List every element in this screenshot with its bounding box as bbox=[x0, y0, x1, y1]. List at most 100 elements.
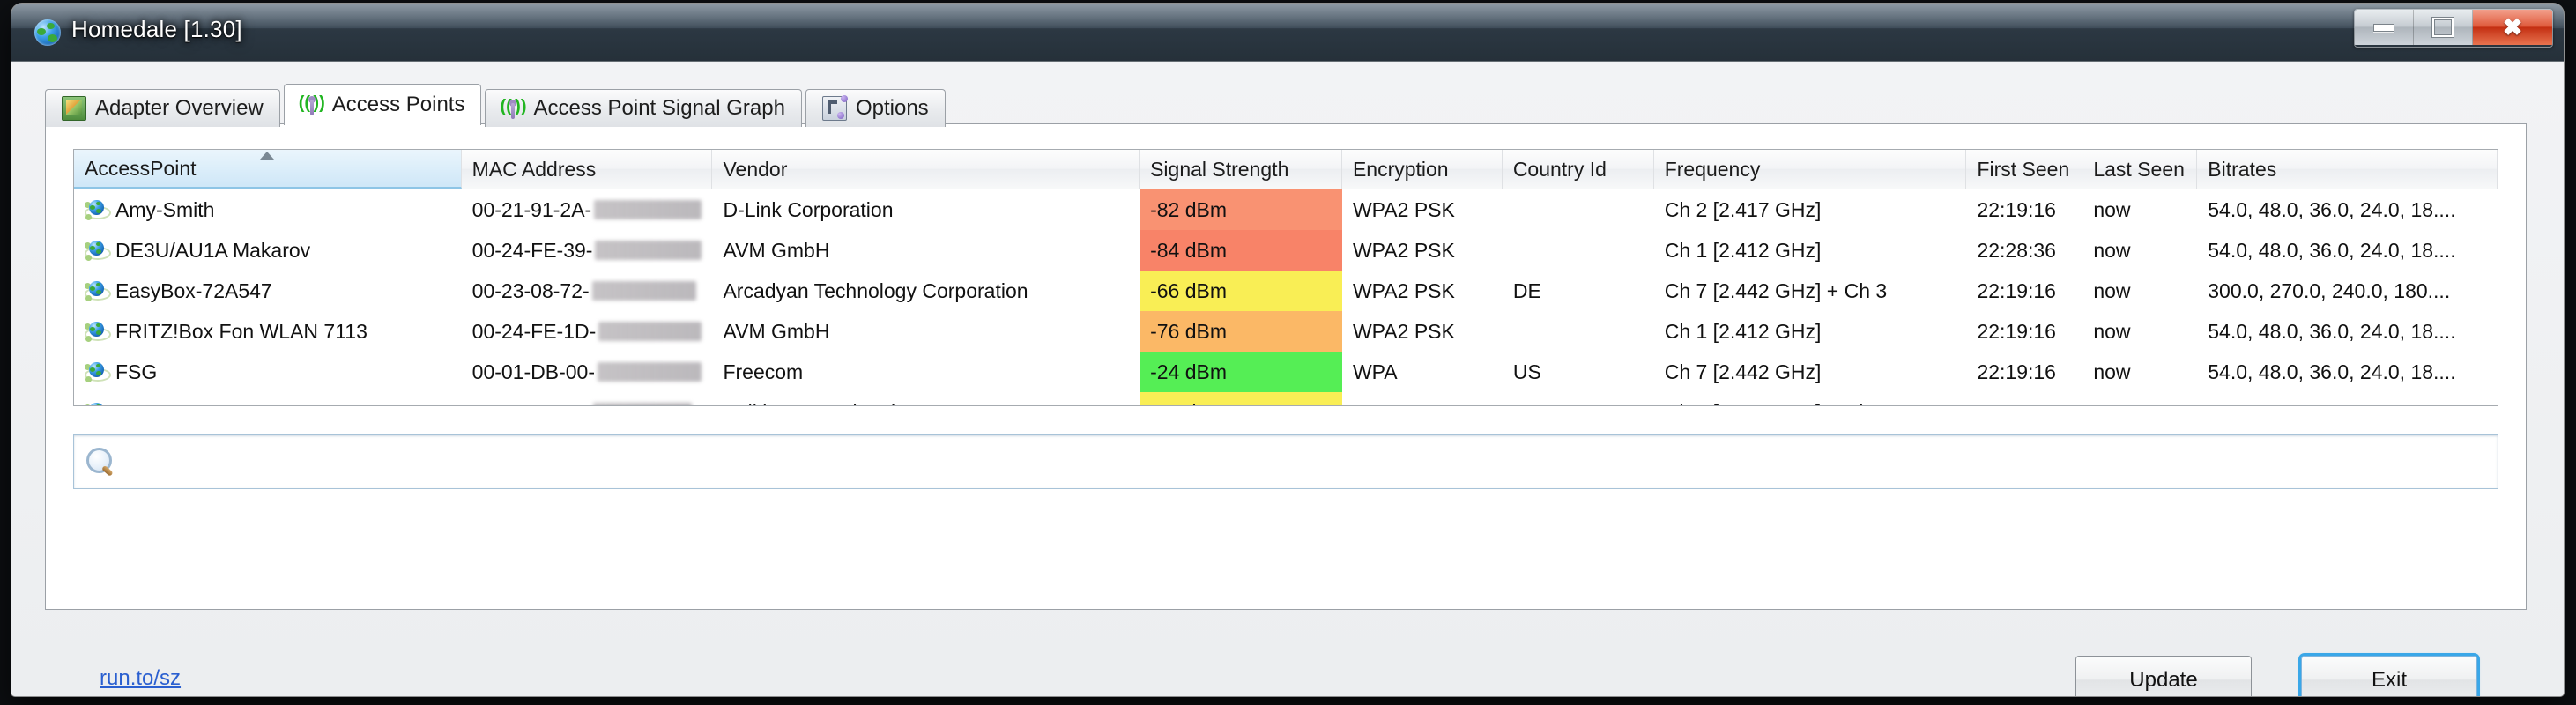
column-header-mac-address[interactable]: MAC Address bbox=[462, 150, 713, 189]
close-icon: ✖ bbox=[2502, 13, 2523, 41]
mac-address-redaction bbox=[592, 403, 692, 405]
tab-page: Adapter Overview (()) Access Points (())… bbox=[45, 83, 2528, 696]
cell-mac-address: 00-21-91-2A- bbox=[462, 189, 713, 230]
cell-mac-address: 00-23-08-72- bbox=[462, 271, 713, 311]
exit-button[interactable]: Exit bbox=[2301, 656, 2477, 696]
table-row[interactable]: FRITZ!Box Fon WLAN 7113 00-24-FE-1D- AVM G… bbox=[74, 311, 2498, 352]
tab-label: Options bbox=[855, 96, 929, 120]
cell-accesspoint: DE3U/AU1A Makarov bbox=[74, 230, 462, 271]
cell-frequency: Ch 7 [2.442 GHz] + Ch 3 bbox=[1664, 278, 1888, 302]
cell-encryption: WPA2 PSK bbox=[1352, 319, 1455, 343]
tab-access-points[interactable]: (()) Access Points bbox=[283, 84, 482, 125]
access-point-name: EasyBox-72A547 bbox=[115, 278, 272, 302]
column-header-frequency[interactable]: Frequency bbox=[1654, 150, 1967, 189]
website-link[interactable]: run.to/sz bbox=[100, 666, 181, 691]
tab-options[interactable]: Options bbox=[805, 89, 946, 127]
cell-encryption: WPA bbox=[1352, 360, 1398, 383]
column-header-label: Frequency bbox=[1664, 157, 1761, 181]
column-header-vendor[interactable]: Vendor bbox=[712, 150, 1140, 189]
footer-bar: run.to/sz Update Exit bbox=[45, 654, 2528, 696]
column-header-label: AccessPoint bbox=[85, 156, 197, 180]
cell-bitrates: 150.0, 135.0, 120.0, 90.0,... bbox=[2197, 392, 2498, 406]
column-header-encryption[interactable]: Encryption bbox=[1342, 150, 1503, 189]
mac-address-text: 00-23-08-72- bbox=[471, 278, 590, 302]
cell-frequency: Ch 7 [2.442 GHz] bbox=[1664, 360, 1822, 383]
tab-strip: Adapter Overview (()) Access Points (())… bbox=[45, 83, 949, 127]
access-point-name: DE3U/AU1A Makarov bbox=[115, 238, 311, 262]
close-button[interactable]: ✖ bbox=[2473, 10, 2552, 45]
restore-button[interactable] bbox=[2414, 10, 2473, 45]
table-row[interactable]: EasyBox-72A547 00-23-08-72- Arcadyan Techn… bbox=[74, 271, 2498, 311]
access-point-globe-icon bbox=[85, 361, 111, 382]
sort-ascending-icon bbox=[260, 152, 275, 160]
cell-last-seen: now bbox=[2093, 319, 2131, 343]
column-header-label: Bitrates bbox=[2208, 157, 2277, 181]
column-header-accesspoint[interactable]: AccessPoint bbox=[74, 150, 462, 189]
cell-country-id bbox=[1503, 311, 1654, 352]
table-row[interactable]: qexeq 00-22-75-F3- Belkin International, I… bbox=[74, 392, 2498, 406]
tab-label: Access Points bbox=[331, 93, 465, 116]
tab-adapter-overview[interactable]: Adapter Overview bbox=[45, 89, 280, 127]
tab-access-point-signal-graph[interactable]: (()) Access Point Signal Graph bbox=[485, 89, 802, 127]
cell-signal-strength: -64 dBm bbox=[1140, 392, 1342, 405]
options-icon bbox=[821, 95, 848, 121]
update-button[interactable]: Update bbox=[2075, 656, 2252, 696]
table-body: Amy-Smith 00-21-91-2A- D-Link Corporation -… bbox=[74, 189, 2498, 406]
column-header-last-seen[interactable]: Last Seen bbox=[2082, 150, 2198, 189]
magnifier-icon bbox=[86, 448, 115, 477]
search-box[interactable] bbox=[73, 434, 2498, 489]
cell-first-seen: 22:19:16 bbox=[1977, 360, 2056, 383]
cell-bitrates: 54.0, 48.0, 36.0, 24.0, 18.... bbox=[2208, 197, 2456, 221]
cell-first-seen: 22:19:16 bbox=[1966, 392, 2082, 406]
cell-vendor: AVM GmbH bbox=[723, 238, 830, 262]
window-controls: ✖ bbox=[2354, 9, 2553, 48]
cell-country-id bbox=[1503, 392, 1654, 405]
mac-address-redaction bbox=[598, 322, 702, 341]
cell-country-id bbox=[1503, 189, 1654, 230]
cell-frequency: Ch 6 [2.437 GHz] + Ch 2 bbox=[1654, 392, 1967, 406]
access-point-name: Amy-Smith bbox=[115, 197, 215, 221]
cell-accesspoint: FRITZ!Box Fon WLAN 7113 bbox=[74, 311, 462, 352]
cell-encryption: WPA2 PSK bbox=[1352, 238, 1455, 262]
column-header-label: First Seen bbox=[1977, 157, 2070, 181]
network-adapter-icon bbox=[62, 96, 86, 121]
restore-icon bbox=[2432, 18, 2454, 37]
minimize-button[interactable] bbox=[2355, 10, 2414, 45]
mac-address-redaction bbox=[594, 200, 702, 219]
cell-signal-strength: -24 dBm bbox=[1140, 352, 1342, 392]
window-title: Homedale [1.30] bbox=[71, 16, 242, 42]
application-window: Homedale [1.30] ✖ Adapter Overview (())… bbox=[11, 4, 2564, 696]
cell-mac-address: 00-01-DB-00- bbox=[462, 352, 713, 392]
search-input[interactable] bbox=[123, 449, 2454, 475]
cell-frequency: Ch 2 [2.417 GHz] bbox=[1664, 197, 1822, 221]
column-header-label: Vendor bbox=[723, 157, 788, 181]
tab-label: Access Point Signal Graph bbox=[533, 96, 785, 120]
cell-vendor: Freecom bbox=[723, 360, 804, 383]
title-bar-sheen bbox=[11, 4, 2564, 30]
column-header-first-seen[interactable]: First Seen bbox=[1966, 150, 2083, 189]
column-header-bitrates[interactable]: Bitrates bbox=[2197, 150, 2498, 189]
table-row[interactable]: FSG 00-01-DB-00- Freecom -24 dBm WPA US Ch 7 [… bbox=[74, 352, 2498, 392]
column-header-signal-strength[interactable]: Signal Strength bbox=[1140, 150, 1342, 189]
tab-label: Adapter Overview bbox=[95, 96, 264, 120]
cell-signal-strength: -76 dBm bbox=[1140, 311, 1342, 352]
table-row[interactable]: DE3U/AU1A Makarov 00-24-FE-39- AVM GmbH -84… bbox=[74, 230, 2498, 271]
column-header-country-id[interactable]: Country Id bbox=[1503, 150, 1654, 189]
cell-first-seen: 22:28:36 bbox=[1977, 238, 2056, 262]
mac-address-text: 00-22-75-F3- bbox=[472, 401, 590, 406]
cell-first-seen: 22:19:16 bbox=[1977, 319, 2056, 343]
table-row[interactable]: Amy-Smith 00-21-91-2A- D-Link Corporation -… bbox=[74, 189, 2498, 230]
column-header-label: MAC Address bbox=[471, 157, 597, 181]
cell-signal-strength: -84 dBm bbox=[1140, 230, 1342, 271]
cell-last-seen: now bbox=[2093, 238, 2131, 262]
cell-bitrates: 54.0, 48.0, 36.0, 24.0, 18.... bbox=[2208, 238, 2456, 262]
cell-vendor: Belkin International, Inc. bbox=[712, 392, 1140, 406]
title-bar[interactable]: Homedale [1.30] ✖ bbox=[11, 4, 2564, 62]
cell-accesspoint: EasyBox-72A547 bbox=[74, 271, 462, 311]
wifi-signal-icon: (()) bbox=[299, 93, 325, 116]
cell-signal-strength: -66 dBm bbox=[1140, 271, 1342, 311]
cell-last-seen: now bbox=[2093, 197, 2131, 221]
access-point-name: FSG bbox=[115, 360, 158, 383]
mac-address-redaction bbox=[598, 362, 702, 382]
column-header-label: Encryption bbox=[1352, 157, 1449, 181]
